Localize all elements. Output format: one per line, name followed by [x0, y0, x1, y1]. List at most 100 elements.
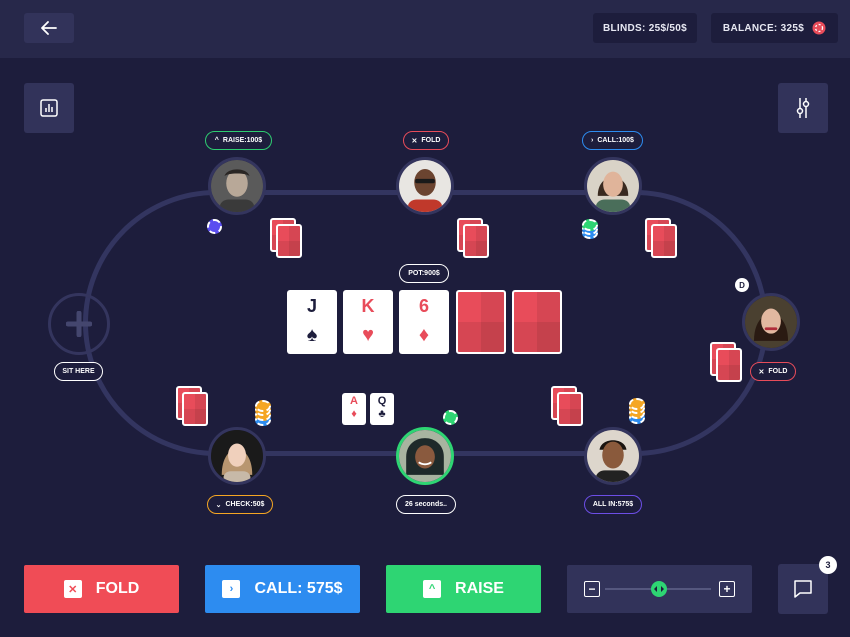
- blinds-label: BLINDS: 25$/50$: [603, 22, 687, 34]
- poker-chip-icon: [812, 21, 826, 35]
- plus-icon: [66, 311, 92, 337]
- status-label: ALL IN:575$: [592, 501, 634, 508]
- hand-top-left: [270, 218, 302, 258]
- avatar-bottom-right[interactable]: [584, 427, 642, 485]
- player-photo: [399, 430, 451, 482]
- fold-button[interactable]: ✕ FOLD: [24, 565, 179, 613]
- dealer-button: D: [735, 278, 749, 292]
- raise-button[interactable]: ^ RAISE: [386, 565, 541, 613]
- chat-button[interactable]: [778, 564, 828, 614]
- status-label: FOLD: [421, 137, 441, 144]
- pot-display: POT:900$: [399, 264, 449, 283]
- call-label: CALL: 575$: [254, 580, 343, 597]
- stats-button[interactable]: [24, 83, 74, 133]
- status-label: FOLD: [768, 368, 788, 375]
- sit-here-label: SIT HERE: [62, 368, 95, 375]
- top-bar: BLINDS: 25$/50$ BALANCE: 325$: [0, 0, 850, 58]
- chevron-up-icon: ^: [423, 580, 442, 598]
- avatar-bottom-center[interactable]: [396, 427, 454, 485]
- sit-here-button[interactable]: SIT HERE: [54, 362, 103, 381]
- card-suit: ♠: [306, 324, 318, 346]
- card-suit: ♦: [351, 408, 357, 420]
- unread-count: 3: [825, 560, 831, 570]
- back-button[interactable]: [24, 13, 74, 43]
- slider-handle[interactable]: [651, 581, 667, 597]
- card-suit: ♣: [378, 408, 386, 420]
- player-status-bottom-left: ⌄ CHECK:50$: [207, 495, 273, 514]
- community-card: 6 ♦: [399, 290, 449, 354]
- bar-chart-icon: [40, 99, 58, 117]
- community-card-facedown: [456, 290, 506, 354]
- avatar-top-right[interactable]: [584, 157, 642, 215]
- balance-label: BALANCE: 325$: [722, 22, 805, 34]
- community-card: K ♥: [343, 290, 393, 354]
- close-icon: ✕: [758, 368, 765, 376]
- player-status-top-center: ✕ FOLD: [403, 131, 449, 150]
- chevron-down-icon: ⌄: [215, 501, 222, 509]
- call-button[interactable]: › CALL: 575$: [205, 565, 360, 613]
- player-photo: [587, 160, 639, 212]
- avatar-top-left[interactable]: [208, 157, 266, 215]
- raise-slider: − +: [567, 565, 752, 613]
- fold-label: FOLD: [95, 580, 140, 597]
- avatar-right[interactable]: [742, 293, 800, 351]
- player-photo: [745, 296, 797, 348]
- community-card-facedown: [512, 290, 562, 354]
- card-suit: ♥: [362, 324, 374, 346]
- drag-arrows-icon: [654, 586, 664, 592]
- hand-top-center: [457, 218, 489, 258]
- card-rank: K: [361, 296, 375, 316]
- player-photo: [211, 160, 263, 212]
- chip-stack-bottom-left: [255, 400, 271, 426]
- plus-icon: +: [723, 582, 731, 596]
- chat-icon: [794, 580, 812, 598]
- community-card: J ♠: [287, 290, 337, 354]
- card-suit: ♦: [418, 324, 430, 346]
- balance-display: BALANCE: 325$: [711, 13, 838, 43]
- player-timer-bottom-center: 26 seconds..: [396, 495, 456, 514]
- pot-label: POT:900$: [408, 270, 440, 277]
- card-rank: A: [350, 395, 358, 407]
- turn-timer-label: 26 seconds..: [404, 501, 448, 508]
- card-rank: Q: [377, 395, 387, 407]
- chip-stack-bottom-right: [629, 398, 645, 424]
- hero-card[interactable]: A ♦: [342, 393, 366, 425]
- hand-bottom-right: [551, 386, 583, 426]
- settings-button[interactable]: [778, 83, 828, 133]
- player-status-right: ✕ FOLD: [750, 362, 796, 381]
- minus-icon: −: [588, 582, 596, 596]
- hand-bottom-left: [176, 386, 208, 426]
- card-rank: 6: [418, 296, 429, 316]
- status-label: CHECK:50$: [225, 501, 265, 508]
- chevron-right-icon: ›: [222, 580, 241, 598]
- chat-unread-badge: 3: [819, 556, 837, 574]
- player-status-top-right: › CALL:100$: [582, 131, 643, 150]
- sliders-icon: [796, 98, 810, 118]
- player-photo: [211, 430, 263, 482]
- card-rank: J: [306, 296, 317, 316]
- empty-seat[interactable]: [48, 293, 110, 355]
- chip-stack-top-right: [582, 219, 598, 239]
- hero-card[interactable]: Q ♣: [370, 393, 394, 425]
- status-label: RAISE:100$: [222, 137, 263, 144]
- raise-label: RAISE: [455, 580, 504, 597]
- player-status-top-left: ^ RAISE:100$: [205, 131, 272, 150]
- decrease-button[interactable]: −: [584, 581, 600, 597]
- increase-button[interactable]: +: [719, 581, 735, 597]
- chevron-right-icon: ›: [591, 137, 594, 144]
- chevron-up-icon: ^: [214, 137, 219, 144]
- blinds-display: BLINDS: 25$/50$: [593, 13, 697, 43]
- arrow-left-icon: [41, 21, 57, 35]
- status-label: CALL:100$: [597, 137, 634, 144]
- chip-bottom-center: [443, 410, 458, 425]
- player-photo: [399, 160, 451, 212]
- hand-right: [710, 342, 742, 382]
- avatar-top-center[interactable]: [396, 157, 454, 215]
- chip-stack-top-left: [207, 219, 222, 234]
- close-icon: ✕: [63, 580, 82, 598]
- player-photo: [587, 430, 639, 482]
- avatar-bottom-left[interactable]: [208, 427, 266, 485]
- close-icon: ✕: [411, 137, 418, 145]
- player-status-bottom-right: ALL IN:575$: [584, 495, 642, 514]
- dealer-label: D: [739, 280, 745, 290]
